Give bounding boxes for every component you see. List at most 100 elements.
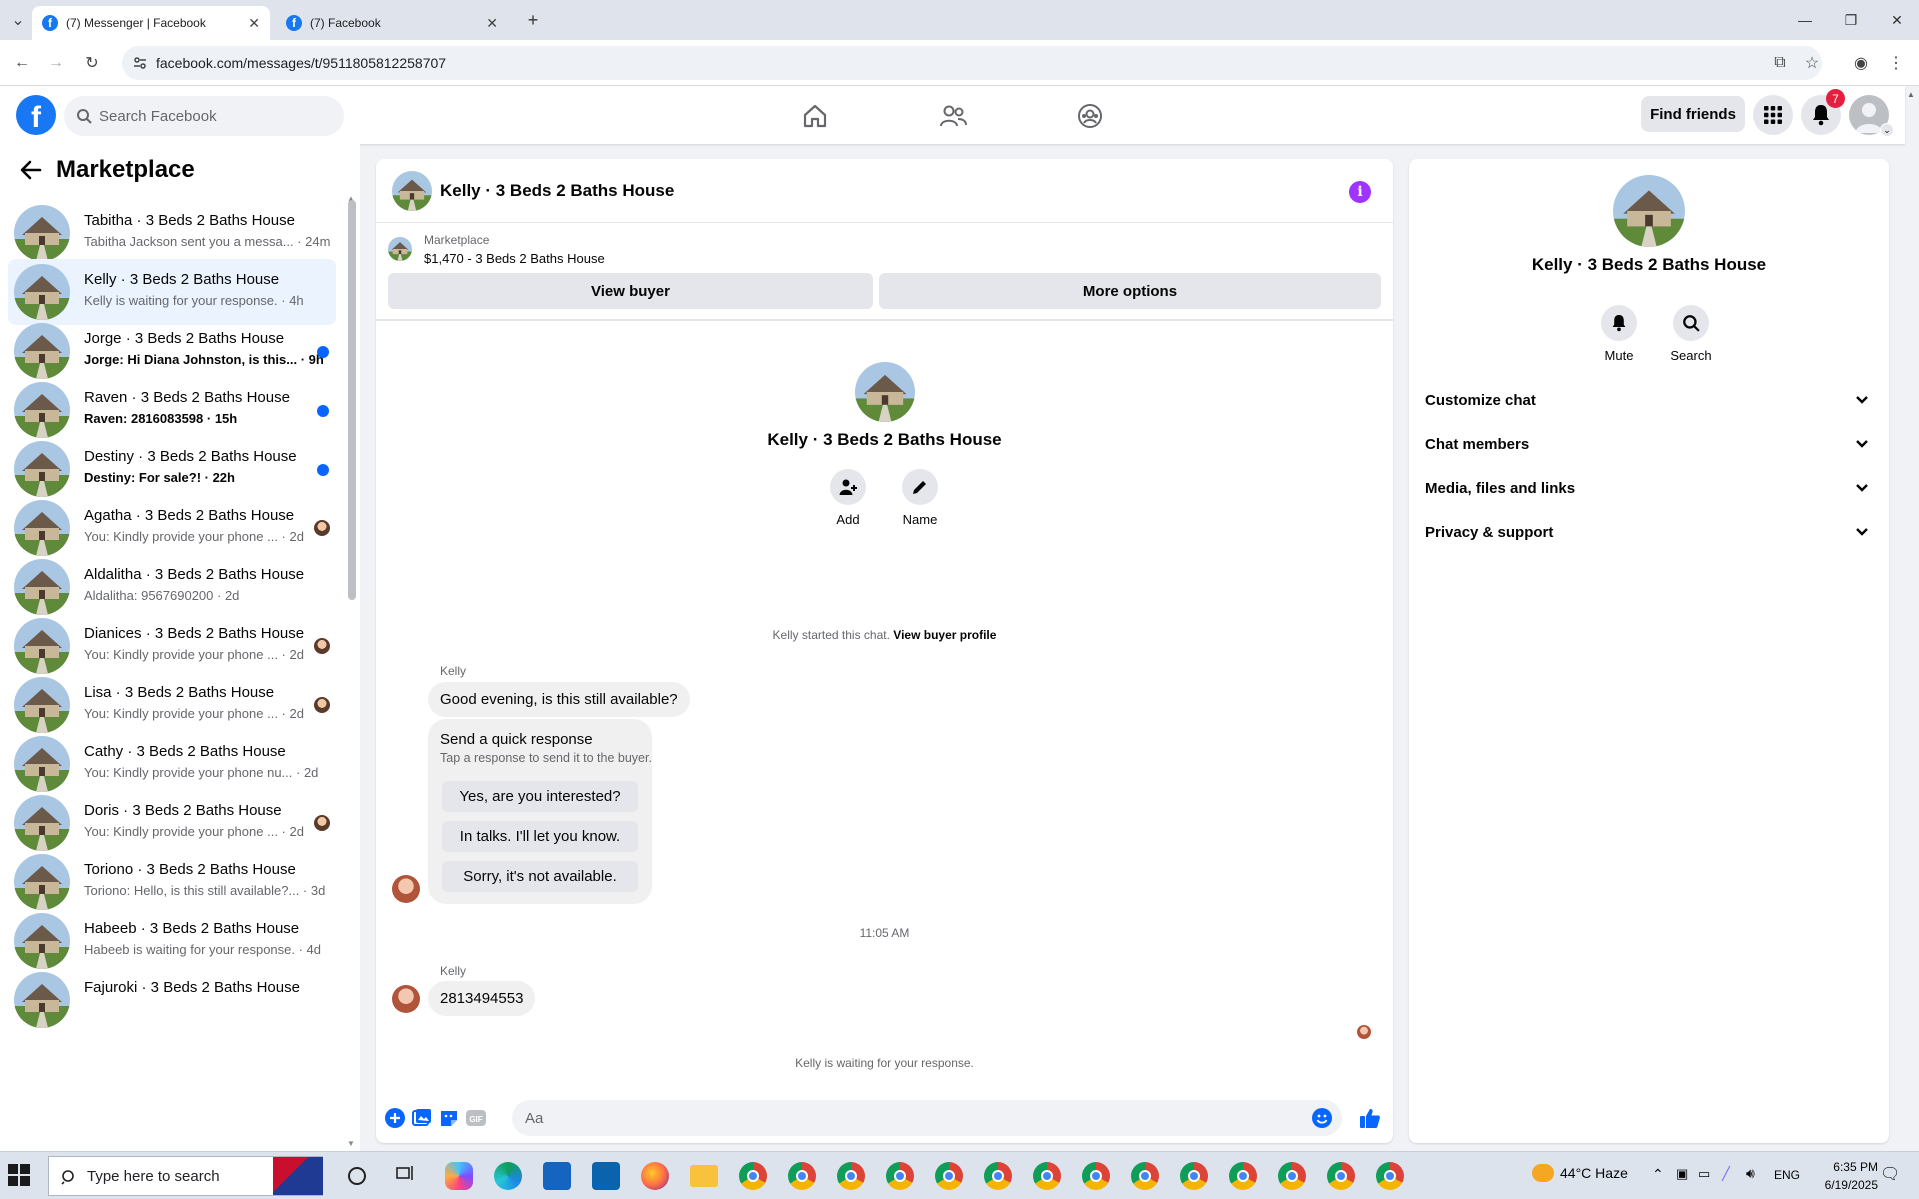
groups-nav-icon[interactable]: [1070, 96, 1110, 136]
like-thumb-icon[interactable]: [1358, 1106, 1382, 1130]
customize-chat-section[interactable]: Customize chat: [1425, 382, 1873, 418]
search-conversation-action[interactable]: Search: [1661, 305, 1721, 363]
mute-action[interactable]: Mute: [1589, 305, 1649, 363]
conversation-item[interactable]: Tabitha · 3 Beds 2 Baths House Tabitha Ja…: [8, 200, 336, 266]
menu-grid-icon[interactable]: [1753, 95, 1793, 135]
conversation-item[interactable]: Cathy · 3 Beds 2 Baths House You: Kindly …: [8, 731, 336, 797]
tab-messenger[interactable]: f (7) Messenger | Facebook ✕: [32, 6, 270, 40]
plus-circle-icon[interactable]: [383, 1106, 407, 1130]
quick-reply-button[interactable]: Yes, are you interested?: [442, 781, 638, 812]
quick-reply-button[interactable]: In talks. I'll let you know.: [442, 821, 638, 852]
copilot-icon[interactable]: [445, 1162, 473, 1190]
chrome-icon[interactable]: [1229, 1162, 1257, 1190]
pen-icon[interactable]: ╱: [1722, 1166, 1730, 1182]
windows-start-icon[interactable]: [8, 1164, 32, 1188]
close-window-button[interactable]: ✕: [1882, 8, 1912, 32]
privacy-support-section[interactable]: Privacy & support: [1425, 514, 1873, 550]
profile-icon[interactable]: ◉: [1849, 51, 1873, 75]
edge-icon[interactable]: [494, 1162, 522, 1190]
message-input[interactable]: Aa: [512, 1100, 1342, 1136]
minimize-window-button[interactable]: —: [1790, 8, 1820, 32]
reload-button[interactable]: ↻: [80, 51, 104, 75]
chrome-icon[interactable]: [1376, 1162, 1404, 1190]
sidebar-scroll-down-arrow[interactable]: ▼: [347, 1139, 355, 1148]
conversation-item[interactable]: Jorge · 3 Beds 2 Baths House Jorge: Hi Di…: [8, 318, 336, 384]
conversation-item[interactable]: Fajuroki · 3 Beds 2 Baths House: [8, 967, 336, 1033]
tab-facebook[interactable]: f (7) Facebook ✕: [276, 6, 508, 40]
emoji-icon[interactable]: [1312, 1108, 1332, 1128]
friends-nav-icon[interactable]: [933, 96, 973, 136]
facebook-logo-icon[interactable]: f: [16, 95, 56, 135]
chrome-icon[interactable]: [984, 1162, 1012, 1190]
url-field[interactable]: facebook.com/messages/t/9511805812258707: [122, 46, 1822, 80]
conversation-item[interactable]: Aldalitha · 3 Beds 2 Baths House Aldalith…: [8, 554, 336, 620]
firefox-icon[interactable]: [641, 1162, 669, 1190]
view-buyer-button[interactable]: View buyer: [388, 273, 873, 309]
facebook-search-input[interactable]: Search Facebook: [64, 96, 344, 136]
quick-reply-button[interactable]: Sorry, it's not available.: [442, 861, 638, 892]
chrome-icon[interactable]: [837, 1162, 865, 1190]
conversation-item[interactable]: Kelly · 3 Beds 2 Baths House Kelly is wai…: [8, 259, 336, 325]
back-button[interactable]: ←: [10, 51, 34, 75]
store-icon[interactable]: [543, 1162, 571, 1190]
install-app-icon[interactable]: ⧉: [1768, 51, 1792, 75]
chrome-icon[interactable]: [1082, 1162, 1110, 1190]
file-explorer-icon[interactable]: [690, 1165, 718, 1187]
back-arrow-icon[interactable]: [20, 160, 42, 185]
outlook-icon[interactable]: [592, 1162, 620, 1190]
clock[interactable]: 6:35 PM 6/19/2025: [1806, 1158, 1878, 1194]
chrome-icon[interactable]: [788, 1162, 816, 1190]
conversation-item[interactable]: Doris · 3 Beds 2 Baths House You: Kindly …: [8, 790, 336, 856]
search-icon[interactable]: [1673, 305, 1709, 341]
chrome-icon[interactable]: [1278, 1162, 1306, 1190]
forward-button[interactable]: →: [44, 51, 68, 75]
task-view-icon[interactable]: [395, 1162, 423, 1190]
chrome-icon[interactable]: [935, 1162, 963, 1190]
volume-icon[interactable]: 🔊︎: [1746, 1165, 1755, 1182]
tab-search-icon[interactable]: ⌄: [6, 8, 30, 32]
restore-window-button[interactable]: ❐: [1836, 8, 1866, 32]
chrome-icon[interactable]: [1033, 1162, 1061, 1190]
tray-chevron-up-icon[interactable]: ⌃: [1652, 1166, 1664, 1183]
chrome-icon[interactable]: [886, 1162, 914, 1190]
photo-icon[interactable]: [410, 1106, 434, 1130]
add-people-action[interactable]: Add: [818, 469, 878, 527]
chat-avatar[interactable]: [392, 171, 432, 211]
sender-avatar[interactable]: [392, 875, 420, 903]
conversation-item[interactable]: Dianices · 3 Beds 2 Baths House You: Kind…: [8, 613, 336, 679]
bell-icon[interactable]: [1601, 305, 1637, 341]
chat-members-section[interactable]: Chat members: [1425, 426, 1873, 462]
sticker-icon[interactable]: [437, 1106, 461, 1130]
notification-center-icon[interactable]: 🗨︎: [1880, 1164, 1900, 1184]
home-nav-icon[interactable]: [795, 96, 835, 136]
conversation-item[interactable]: Destiny · 3 Beds 2 Baths House Destiny: F…: [8, 436, 336, 502]
language-indicator[interactable]: ENG: [1774, 1168, 1800, 1182]
chrome-icon[interactable]: [739, 1162, 767, 1190]
info-panel-avatar[interactable]: [1613, 175, 1685, 247]
view-buyer-profile-link[interactable]: View buyer profile: [893, 628, 996, 642]
close-tab-icon[interactable]: ✕: [248, 15, 260, 32]
conversation-item[interactable]: Lisa · 3 Beds 2 Baths House You: Kindly p…: [8, 672, 336, 738]
network-icon[interactable]: ▭: [1698, 1166, 1710, 1182]
close-tab-icon[interactable]: ✕: [486, 15, 498, 32]
site-info-icon[interactable]: [132, 55, 148, 71]
taskbar-search-input[interactable]: Type here to search: [48, 1156, 323, 1196]
pencil-icon[interactable]: [902, 469, 938, 505]
sender-avatar[interactable]: [392, 985, 420, 1013]
rename-action[interactable]: Name: [890, 469, 950, 527]
message-bubble[interactable]: 2813494553: [428, 981, 536, 1016]
weather-widget[interactable]: 44°C Haze: [1532, 1164, 1628, 1182]
conversation-item[interactable]: Toriono · 3 Beds 2 Baths House Toriono: H…: [8, 849, 336, 915]
cortana-icon[interactable]: [348, 1167, 366, 1185]
browser-menu-icon[interactable]: ⋮: [1884, 51, 1908, 75]
account-chevron-down-icon[interactable]: ⌄: [1880, 123, 1894, 137]
more-options-button[interactable]: More options: [879, 273, 1381, 309]
chat-title[interactable]: Kelly · 3 Beds 2 Baths House: [440, 181, 674, 201]
chrome-icon[interactable]: [1131, 1162, 1159, 1190]
message-bubble[interactable]: Good evening, is this still available?: [428, 682, 690, 717]
sidebar-scrollbar-thumb[interactable]: [348, 200, 356, 600]
chrome-icon[interactable]: [1327, 1162, 1355, 1190]
page-scroll-up-arrow[interactable]: ▲: [1907, 90, 1919, 100]
new-tab-button[interactable]: +: [518, 8, 548, 32]
conversation-item[interactable]: Raven · 3 Beds 2 Baths House Raven: 28160…: [8, 377, 336, 443]
